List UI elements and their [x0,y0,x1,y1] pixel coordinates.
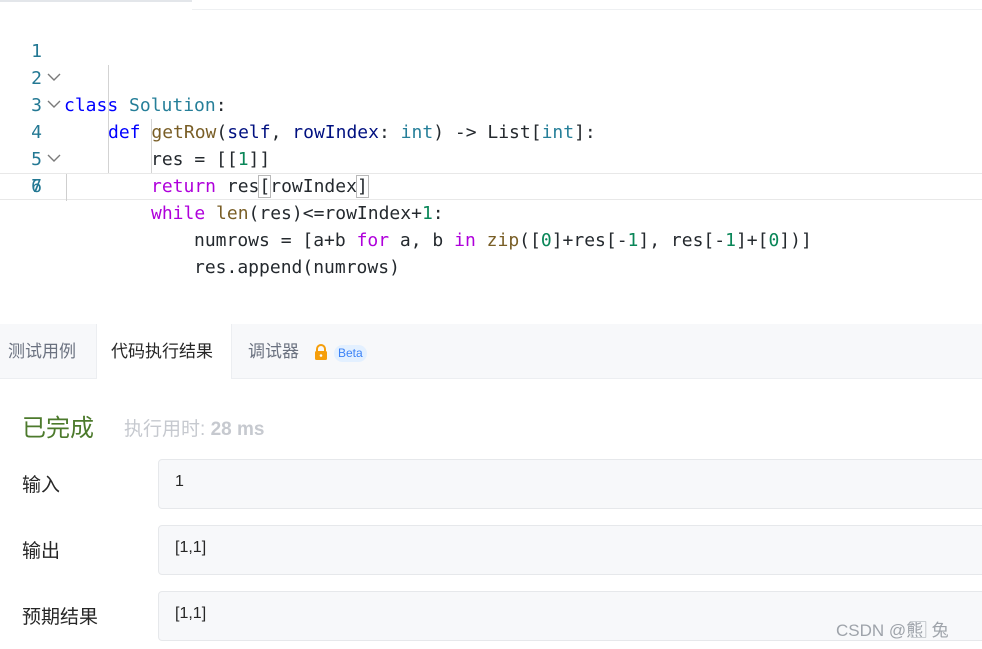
code-token: ])] [779,230,812,251]
output-value: [1,1] [175,539,207,556]
code-token: 1 [627,230,639,251]
code-token: rowIndex [270,176,357,197]
code-token: zip [486,230,520,251]
tab-test-cases[interactable]: 测试用例 [0,324,84,379]
code-editor[interactable]: 1 class Solution: 2 def getRow(self, row… [0,0,982,324]
editor-tab-edge [0,0,192,2]
code-token: numrows = [a+b [194,230,357,251]
code-text: while len(res)<=rowIndex+1: [151,200,444,227]
code-line[interactable]: 6 res.append(numrows) [0,146,982,278]
code-line[interactable]: 2 def getRow(self, rowIndex: int) -> Lis… [0,38,982,143]
code-token: ([ [519,230,541,251]
code-token: ]+res[- [551,230,628,251]
indent-guide [108,65,109,92]
code-token: 1 [725,230,736,251]
code-line[interactable]: 4 while len(res)<=rowIndex+1: [0,92,982,224]
input-label: 输入 [22,475,61,496]
code-text: return res[rowIndex] [151,173,369,200]
tab-debugger[interactable]: 调试器 [240,324,307,379]
lock-icon [313,344,329,366]
runtime-label: 执行用时: [124,419,206,440]
code-token: ], res[- [638,230,726,251]
indent-guide [151,146,152,173]
input-value: 1 [175,473,184,490]
code-token: (res)<=rowIndex+ [248,203,422,224]
expected-value: [1,1] [175,605,207,622]
code-token: in [454,230,476,251]
indent-guide [151,119,152,146]
code-token: 0 [540,230,552,251]
status-text: 已完成 [22,415,94,442]
code-token: [ [258,175,272,198]
chevron-down-icon[interactable] [47,18,61,81]
code-token: ]+[ [735,230,769,251]
indent-guide [108,92,109,119]
code-line[interactable]: 5 numrows = [a+b for a, b in zip([0]+res… [0,119,982,251]
code-token: for [356,230,390,251]
runtime-info: 执行用时: 28 ms [124,417,264,443]
code-token: 1 [421,203,433,224]
output-label: 输出 [22,541,61,562]
line-number: 7 [31,176,42,197]
code-line[interactable]: 3 res = [[1]] [0,65,982,170]
code-token: a, b [389,230,455,251]
code-text: numrows = [a+b for a, b in zip([0]+res[-… [194,227,812,254]
indent-guide [108,119,109,146]
indent-guide [66,174,67,201]
expected-label: 预期结果 [22,607,99,628]
chevron-down-icon[interactable] [47,99,61,162]
indent-guide [108,146,109,173]
code-token: len [216,203,249,224]
code-token: res [216,176,260,197]
code-line[interactable]: 1 class Solution: [0,11,982,116]
watermark: CSDN @熊 ⃞ 兔 [836,621,949,640]
runtime-value: 28 ms [210,419,265,440]
tab-run-result[interactable]: 代码执行结果 [96,324,232,379]
beta-badge: Beta [334,345,367,362]
code-token: ] [355,175,369,198]
code-token: while [151,203,206,224]
chevron-down-icon[interactable] [47,45,61,108]
code-token: 0 [768,230,780,251]
editor-top-rule [192,9,982,10]
code-token: return [151,176,217,197]
code-line-current[interactable]: 7 return res[rowIndex] [0,173,982,201]
output-box[interactable]: [1,1] [158,525,982,575]
input-box[interactable]: 1 [158,459,982,509]
result-tab-bar: 测试用例 代码执行结果 调试器 [0,324,982,379]
code-token: : [432,203,444,224]
code-token: res.append(numrows) [194,257,400,278]
code-text: res.append(numrows) [194,254,400,281]
